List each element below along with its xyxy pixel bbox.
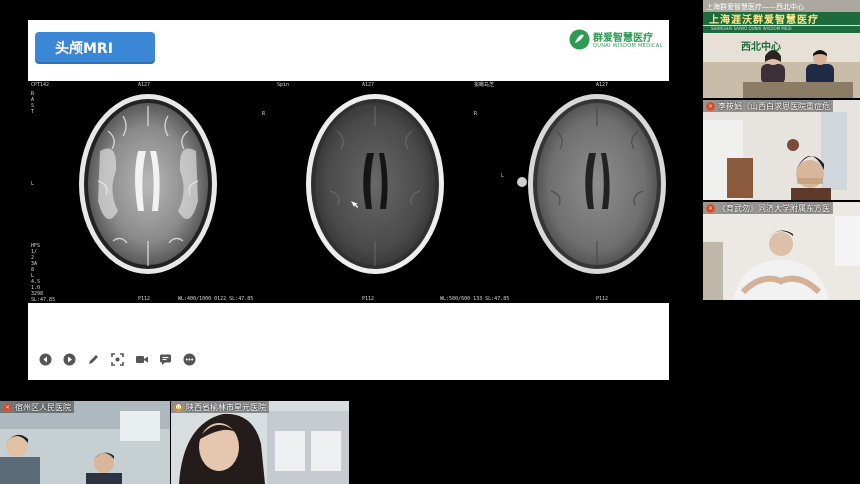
participant-name: 陕西省榆林市星元医院	[186, 402, 266, 412]
brand-name-en: QUNAI WISDOM MEDICAL	[593, 43, 663, 49]
mri-scan-t2: CPT142 A127 R A S T L HFS 1/ 2 3A 8 L 4.…	[28, 81, 253, 303]
host-badge-icon: ☻	[174, 402, 183, 412]
participant-scene	[171, 401, 349, 484]
participant-name: 李筱娟（山西白求恩医院重症危	[718, 101, 830, 111]
participant-name: 宿州区人民医院	[15, 402, 71, 412]
scan-top-left-label: Spin	[277, 82, 290, 88]
scan-top-left-label: 拔瞰岛芝	[474, 82, 495, 88]
slide-title: 头颅MRI	[35, 32, 155, 64]
mri-image-strip: CPT142 A127 R A S T L HFS 1/ 2 3A 8 L 4.…	[28, 81, 669, 303]
hq-banner-en: SHANGHAI SAIWO QUNAI WISDOM MEDI	[703, 26, 860, 33]
scan-bottom-left: HFS 1/ 2 3A 8 L 4.S 1.0 3298 SL:47.85	[31, 243, 56, 303]
scan-orient-t: T	[31, 109, 35, 115]
mri-image	[306, 94, 444, 274]
chat-icon[interactable]	[158, 352, 173, 367]
participant-scene	[0, 401, 170, 484]
participant-label: ☻ 陕西省榆林市星元医院	[171, 401, 269, 413]
participant-scene	[703, 100, 860, 200]
shared-slide: 头颅MRI 群爱智慧医疗 QUNAI WISDOM MEDICAL CPT142…	[28, 20, 669, 380]
scan-bottom-center: P112	[138, 296, 151, 302]
mri-scan-flair: Spin A127 R P112 WL:500/600 133 SL:47.85	[242, 81, 509, 303]
scan-orient-l: L	[501, 173, 505, 179]
mri-image	[517, 94, 666, 274]
video-icon[interactable]	[134, 352, 149, 367]
brand-leaf-icon	[569, 29, 590, 50]
scan-top-center-label: A127	[362, 82, 375, 88]
mic-muted-icon: ✕	[706, 101, 715, 111]
hq-banner-text: 上海涯沃群爱智慧医疗	[703, 12, 860, 26]
participant-label: ✕ 《育武勿》同济大学附属东方医	[703, 202, 833, 214]
scan-mid-left: L	[31, 181, 35, 187]
play-icon[interactable]	[62, 352, 77, 367]
hq-center-sign: 西北中心	[741, 42, 781, 53]
pen-icon[interactable]	[86, 352, 101, 367]
mri-scan-t1: 拔瞰岛芝 A127 R L P112	[456, 81, 669, 303]
more-icon[interactable]	[182, 352, 197, 367]
slide-toolbar	[38, 350, 197, 368]
video-tile-hq[interactable]: 上海群爱智慧医疗——西北中心 上海涯沃群爱智慧医疗 SHANGHAI SAIWO…	[703, 0, 860, 98]
mri-image	[79, 94, 217, 274]
video-tile-participant-2[interactable]: ✕ 李筱娟（山西白求恩医院重症危	[703, 100, 860, 200]
scan-orient-r: R	[262, 111, 266, 117]
video-tile-participant-5[interactable]: ☻ 陕西省榆林市星元医院	[171, 401, 349, 484]
brand-name-cn: 群爱智慧医疗	[593, 33, 653, 44]
brand-logo: 群爱智慧医疗 QUNAI WISDOM MEDICAL	[569, 27, 663, 53]
screenshot-icon[interactable]	[110, 352, 125, 367]
video-tile-participant-4[interactable]: ✕ 宿州区人民医院	[0, 401, 170, 484]
mic-muted-icon: ✕	[3, 402, 12, 412]
video-tile-participant-3[interactable]: ✕ 《育武勿》同济大学附属东方医	[703, 202, 860, 300]
participant-label: ✕ 李筱娟（山西白求恩医院重症危	[703, 100, 833, 112]
scan-top-center-label: A127	[138, 82, 151, 88]
mic-muted-icon: ✕	[706, 203, 715, 213]
scan-bottom-center: P112	[362, 296, 375, 302]
scan-bottom-center: P112	[596, 296, 609, 302]
participant-name: 《育武勿》同济大学附属东方医	[718, 203, 830, 213]
prev-icon[interactable]	[38, 352, 53, 367]
participant-scene	[703, 202, 860, 300]
scan-orient-r: R	[474, 111, 478, 117]
scan-top-center-label: A127	[596, 82, 609, 88]
participant-label: ✕ 宿州区人民医院	[0, 401, 74, 413]
scan-top-left-label: CPT142	[31, 82, 50, 88]
